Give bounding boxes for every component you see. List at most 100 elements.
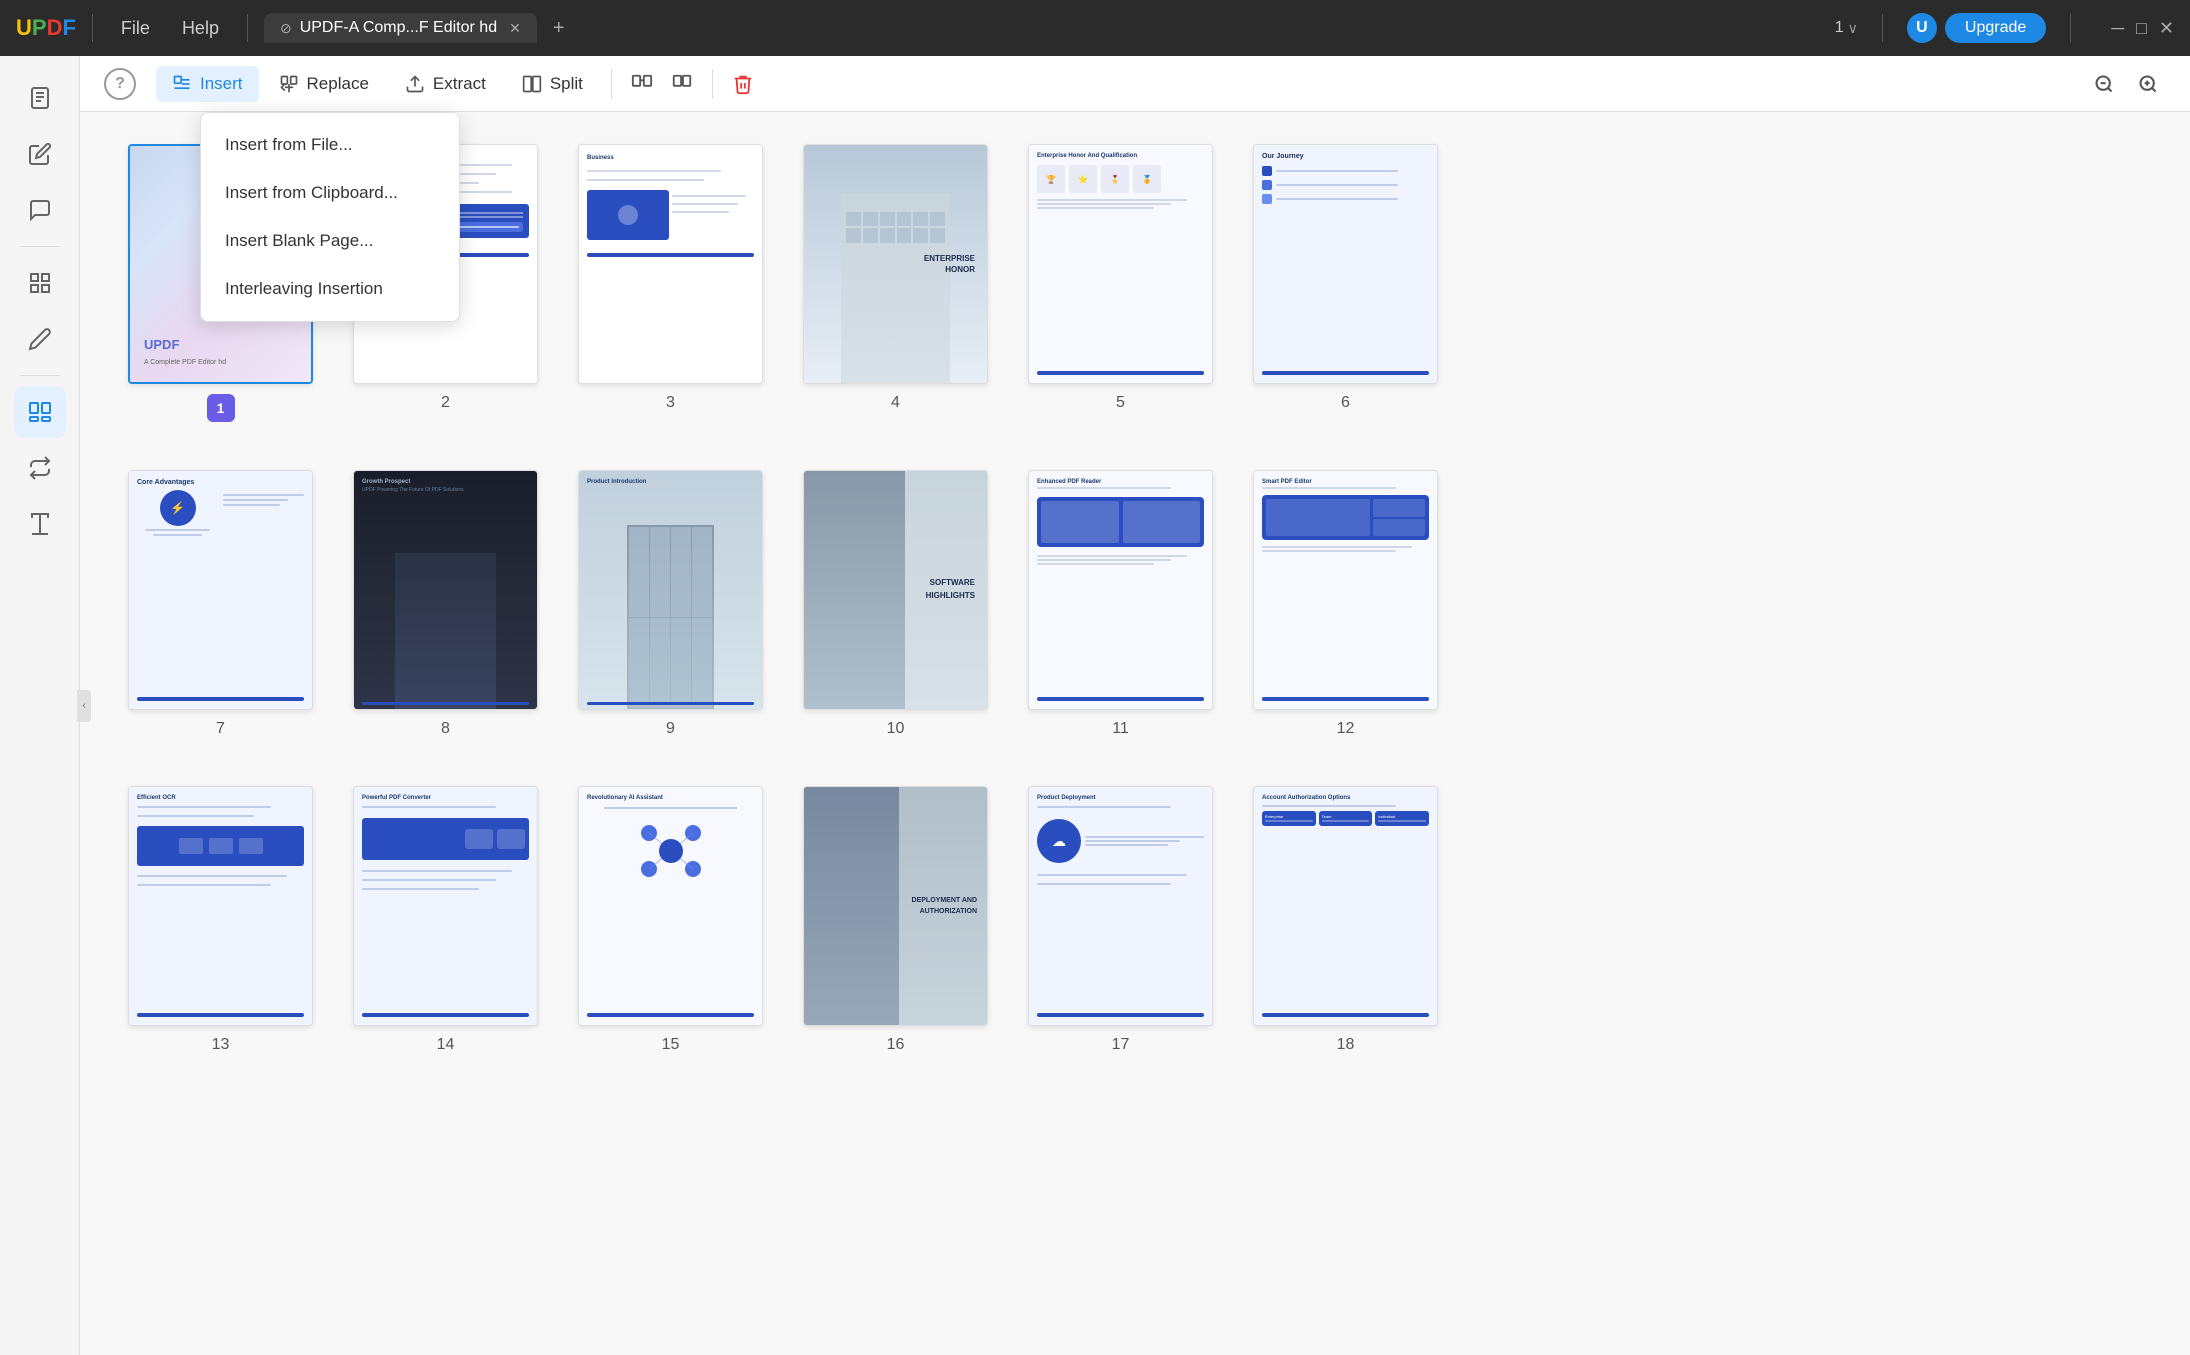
page-item-8[interactable]: Growth Prospect UPDF Powering The Future… [353, 470, 538, 738]
sidebar-item-reader[interactable] [14, 72, 66, 124]
page-number-1: 1 [207, 394, 235, 422]
tab-close-btn[interactable]: ✕ [509, 20, 521, 37]
page-number-4: 4 [891, 394, 900, 412]
page-thumb-16: DEPLOYMENT ANDAUTHORIZATION [803, 786, 988, 1026]
page-thumb-7: Core Advantages ⚡ [128, 470, 313, 710]
page-item-5[interactable]: Enterprise Honor And Qualification 🏆 ⭐ 🎖… [1028, 144, 1213, 412]
page-item-12[interactable]: Smart PDF Editor [1253, 470, 1438, 738]
active-tab[interactable]: ⊘ UPDF-A Comp...F Editor hd ✕ [264, 13, 537, 43]
divider-2 [247, 14, 248, 42]
page-item-16[interactable]: DEPLOYMENT ANDAUTHORIZATION 16 [803, 786, 988, 1054]
page-thumb-18: Account Authorization Options Enterprise… [1253, 786, 1438, 1026]
insert-blank-page[interactable]: Insert Blank Page... [201, 217, 459, 265]
insert-button[interactable]: Insert [156, 66, 259, 102]
zoom-out-button[interactable] [2086, 66, 2122, 102]
page-number-17: 17 [1112, 1036, 1130, 1054]
page-item-11[interactable]: Enhanced PDF Reader 11 [1028, 470, 1213, 738]
page-number-6: 6 [1341, 394, 1350, 412]
page-number-12: 12 [1337, 720, 1355, 738]
menu-file[interactable]: File [109, 14, 162, 43]
upgrade-section: U Upgrade [1907, 13, 2046, 43]
sidebar-item-pages[interactable] [14, 386, 66, 438]
toolbar: ? Insert Insert from File... Insert from… [80, 56, 2190, 112]
page-item-3[interactable]: Business [578, 144, 763, 412]
insert-label: Insert [200, 74, 243, 94]
sidebar-item-tools[interactable] [14, 498, 66, 550]
page-counter[interactable]: 1 ∨ [1835, 19, 1858, 37]
interleaving-insertion[interactable]: Interleaving Insertion [201, 265, 459, 313]
page-item-6[interactable]: Our Journey [1253, 144, 1438, 412]
page-thumb-10: SOFTWAREHIGHLIGHTS [803, 470, 988, 710]
page-number-13: 13 [212, 1036, 230, 1054]
page-item-4[interactable]: ENTERPRISEHONOR 4 [803, 144, 988, 412]
sidebar-collapse-btn[interactable]: ‹ [77, 690, 91, 722]
toolbar-divider-2 [712, 69, 713, 99]
page-number-8: 8 [441, 720, 450, 738]
sidebar-item-sign[interactable] [14, 313, 66, 365]
titlebar-right: 1 ∨ U Upgrade ─ □ ✕ [1835, 13, 2174, 43]
page-number-15: 15 [662, 1036, 680, 1054]
divider-1 [92, 14, 93, 42]
main-content: ? Insert Insert from File... Insert from… [80, 56, 2190, 1355]
maximize-btn[interactable]: □ [2136, 18, 2147, 39]
menu-help[interactable]: Help [170, 14, 231, 43]
page-item-7[interactable]: Core Advantages ⚡ [128, 470, 313, 738]
logo-p: P [32, 15, 47, 41]
replace-label: Replace [307, 74, 369, 94]
logo-u: U [16, 15, 32, 41]
new-tab-btn[interactable]: + [553, 17, 565, 40]
page-thumb-8: Growth Prospect UPDF Powering The Future… [353, 470, 538, 710]
page-item-13[interactable]: Efficient OCR [128, 786, 313, 1054]
app-body: ‹ ? Insert Insert from File... Insert fr… [0, 56, 2190, 1355]
split-label: Split [550, 74, 583, 94]
close-btn[interactable]: ✕ [2159, 18, 2174, 39]
sidebar-item-organize[interactable] [14, 257, 66, 309]
user-avatar[interactable]: U [1907, 13, 1937, 43]
page-thumb-12: Smart PDF Editor [1253, 470, 1438, 710]
page-row-2: Core Advantages ⚡ [128, 470, 2142, 738]
page-number-10: 10 [887, 720, 905, 738]
extract-label: Extract [433, 74, 486, 94]
sidebar-item-convert[interactable] [14, 442, 66, 494]
logo-f: F [62, 15, 75, 41]
minimize-btn[interactable]: ─ [2111, 18, 2124, 39]
page-item-10[interactable]: SOFTWAREHIGHLIGHTS 10 [803, 470, 988, 738]
replace-button[interactable]: Replace [263, 66, 385, 102]
titlebar: U P D F File Help ⊘ UPDF-A Comp...F Edit… [0, 0, 2190, 56]
help-button[interactable]: ? [104, 68, 136, 100]
page-item-18[interactable]: Account Authorization Options Enterprise… [1253, 786, 1438, 1054]
sidebar-divider-2 [20, 375, 60, 376]
page-item-9[interactable]: Product Introduction [578, 470, 763, 738]
page-thumb-5: Enterprise Honor And Qualification 🏆 ⭐ 🎖… [1028, 144, 1213, 384]
page-thumb-9: Product Introduction [578, 470, 763, 710]
zoom-in-button[interactable] [2130, 66, 2166, 102]
sidebar-item-edit[interactable] [14, 128, 66, 180]
sidebar: ‹ [0, 56, 80, 1355]
window-controls: ─ □ ✕ [2111, 18, 2174, 39]
updf-logo: U P D F [16, 15, 76, 41]
divider-3 [1882, 14, 1883, 42]
page-thumb-13: Efficient OCR [128, 786, 313, 1026]
insert-from-file[interactable]: Insert from File... [201, 121, 459, 169]
insert-dropdown: Insert from File... Insert from Clipboar… [200, 112, 460, 322]
page-number-14: 14 [437, 1036, 455, 1054]
page-thumb-15: Revolutionary AI Assistant [578, 786, 763, 1026]
page-item-15[interactable]: Revolutionary AI Assistant [578, 786, 763, 1054]
page-thumb-3: Business [578, 144, 763, 384]
sidebar-item-comment[interactable] [14, 184, 66, 236]
insert-from-clipboard[interactable]: Insert from Clipboard... [201, 169, 459, 217]
split-button[interactable]: Split [506, 66, 599, 102]
delete-button[interactable] [725, 66, 761, 102]
page-item-17[interactable]: Product Deployment ☁ [1028, 786, 1213, 1054]
upgrade-button[interactable]: Upgrade [1945, 13, 2046, 43]
page-number-16: 16 [887, 1036, 905, 1054]
page-thumb-14: Powerful PDF Converter [353, 786, 538, 1026]
toolbar-divider-1 [611, 69, 612, 99]
page-number-7: 7 [216, 720, 225, 738]
page-item-14[interactable]: Powerful PDF Converter 14 [353, 786, 538, 1054]
compress-button[interactable] [624, 66, 660, 102]
page-number-2: 2 [441, 394, 450, 412]
expand-button[interactable] [664, 66, 700, 102]
extract-button[interactable]: Extract [389, 66, 502, 102]
logo-d: D [47, 15, 63, 41]
